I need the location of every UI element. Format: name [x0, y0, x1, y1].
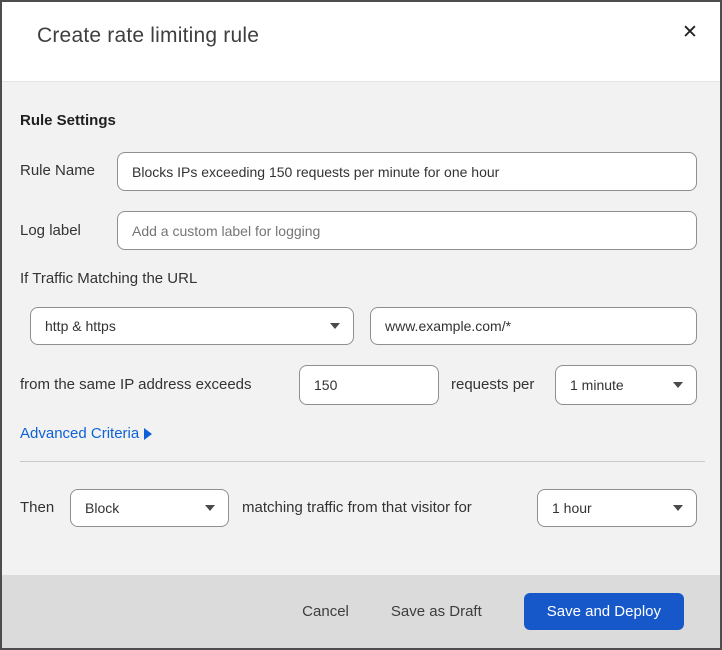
cancel-button[interactable]: Cancel — [302, 603, 349, 620]
duration-select-value: 1 hour — [552, 500, 592, 516]
close-button[interactable]: ✕ — [676, 18, 704, 46]
request-count-input[interactable] — [299, 365, 439, 405]
chevron-down-icon — [205, 505, 215, 511]
dialog-title: Create rate limiting rule — [37, 24, 260, 47]
url-pattern-input[interactable] — [370, 307, 697, 345]
period-select[interactable]: 1 minute — [555, 365, 697, 405]
action-select[interactable]: Block — [70, 489, 229, 527]
dialog-footer: Cancel Save as Draft Save and Deploy — [2, 575, 720, 648]
then-label: Then — [20, 499, 55, 516]
advanced-criteria-label: Advanced Criteria — [20, 425, 140, 442]
save-as-draft-button[interactable]: Save as Draft — [391, 603, 482, 620]
triangle-right-icon — [144, 428, 153, 440]
action-select-value: Block — [85, 500, 120, 516]
duration-select[interactable]: 1 hour — [537, 489, 697, 527]
log-label-input[interactable] — [117, 211, 697, 250]
rule-settings-heading: Rule Settings — [20, 112, 116, 129]
chevron-down-icon — [330, 323, 340, 329]
rule-name-label: Rule Name — [20, 162, 96, 179]
save-and-deploy-button[interactable]: Save and Deploy — [523, 593, 684, 630]
close-icon: ✕ — [682, 21, 698, 43]
matching-traffic-text: matching traffic from that visitor for — [242, 499, 472, 516]
chevron-down-icon — [673, 382, 683, 388]
section-divider — [20, 461, 705, 462]
period-select-value: 1 minute — [570, 377, 624, 393]
rule-name-input[interactable] — [117, 152, 697, 191]
traffic-matching-intro: If Traffic Matching the URL — [20, 270, 198, 287]
log-label-label: Log label — [20, 222, 81, 239]
threshold-prefix-text: from the same IP address exceeds — [20, 376, 252, 393]
chevron-down-icon — [673, 505, 683, 511]
dialog-header: Create rate limiting rule ✕ — [2, 2, 720, 82]
scheme-select-value: http & https — [45, 318, 116, 334]
create-rate-limiting-rule-dialog: Create rate limiting rule ✕ Rule Setting… — [0, 0, 722, 650]
scheme-select[interactable]: http & https — [30, 307, 354, 345]
requests-per-text: requests per — [451, 376, 535, 393]
advanced-criteria-link[interactable]: Advanced Criteria — [20, 425, 153, 442]
